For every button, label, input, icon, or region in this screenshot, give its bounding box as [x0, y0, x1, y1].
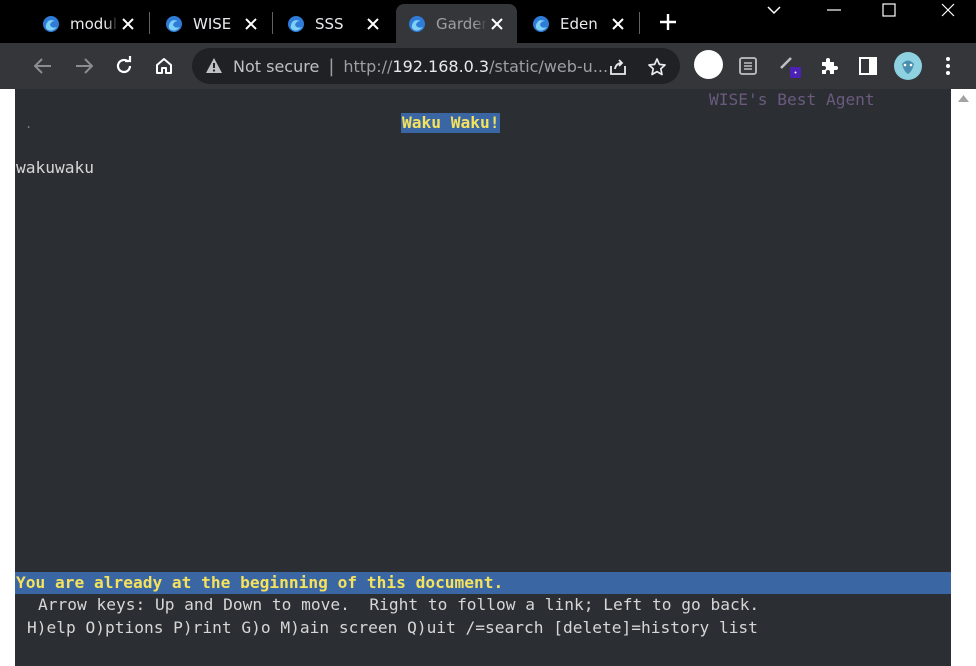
tab-separator — [149, 12, 150, 34]
tab-title: Garden — [436, 14, 487, 33]
page-left-margin — [0, 89, 15, 666]
tab-title: SSS — [315, 14, 344, 33]
arrow-left-icon — [34, 58, 51, 74]
tab-title: Eden — [560, 14, 598, 33]
reload-icon — [116, 56, 132, 74]
close-tab-icon[interactable] — [487, 14, 507, 34]
address-bar[interactable]: Not secure | http://192.168.0.3/static/w… — [192, 48, 680, 84]
puzzle-icon — [822, 58, 838, 74]
security-label[interactable]: Not secure — [233, 57, 319, 76]
close-tab-icon[interactable] — [608, 14, 628, 34]
chevron-down-icon — [767, 6, 781, 15]
tab-modul[interactable]: modul — [30, 4, 148, 43]
scroll-up-arrow-icon[interactable] — [958, 95, 969, 102]
side-panel-icon — [859, 57, 877, 75]
new-tab-button[interactable] — [654, 8, 682, 36]
tab-sss[interactable]: SSS — [275, 4, 393, 43]
help-line-navigation: Arrow keys: Up and Down to move. Right t… — [38, 595, 760, 614]
forward-button[interactable] — [70, 52, 98, 80]
edge-favicon-icon — [288, 15, 304, 32]
close-tab-icon[interactable] — [241, 14, 261, 34]
url-path: /static/web-u... — [489, 56, 609, 76]
share-icon[interactable] — [608, 57, 628, 77]
tab-title: WISE — [193, 14, 232, 33]
edge-favicon-icon — [166, 15, 182, 32]
tab-title: modul — [70, 14, 117, 33]
profile-avatar-button[interactable] — [894, 52, 922, 80]
address-divider: | — [328, 55, 335, 77]
maximize-icon — [882, 3, 896, 17]
back-button[interactable] — [29, 52, 57, 80]
body-text: wakuwaku — [16, 158, 94, 177]
close-tab-icon[interactable] — [118, 14, 138, 34]
url-host: 192.168.0.3 — [392, 56, 490, 76]
edge-favicon-icon — [409, 15, 425, 32]
page-title: Waku Waku! — [401, 113, 501, 133]
reload-button[interactable] — [110, 52, 138, 80]
menu-button[interactable] — [934, 52, 962, 80]
arrow-right-icon — [76, 58, 93, 74]
tab-garden[interactable]: Garden — [396, 4, 517, 43]
minimize-button[interactable] — [811, 0, 857, 20]
document-icon — [739, 57, 757, 75]
warning-icon[interactable] — [205, 57, 223, 75]
edge-favicon-icon — [43, 15, 59, 32]
side-panel-button[interactable] — [854, 52, 882, 80]
help-line-commands: H)elp O)ptions P)rint G)o M)ain screen Q… — [27, 618, 758, 637]
tab-wise[interactable]: WISE — [153, 4, 271, 43]
agent-banner: WISE's Best Agent — [709, 90, 875, 109]
pen-extension-button[interactable] — [775, 52, 803, 80]
url-scheme: http:// — [343, 56, 393, 76]
scrollbar-thumb[interactable] — [956, 111, 971, 655]
vertical-scrollbar[interactable] — [951, 89, 976, 666]
tab-separator — [272, 12, 273, 34]
tab-strip: modul WISE SSS Garden Eden — [0, 0, 976, 43]
home-button[interactable] — [150, 52, 178, 80]
browser-toolbar: Not secure | http://192.168.0.3/static/w… — [0, 43, 976, 89]
terminal-page: WISE's Best Agent . Waku Waku! wakuwaku … — [15, 89, 951, 666]
home-icon — [156, 58, 172, 74]
reading-list-button[interactable] — [734, 52, 762, 80]
close-icon — [941, 3, 955, 17]
tab-separator — [639, 12, 640, 34]
extensions-button[interactable] — [815, 52, 843, 80]
minimize-icon — [827, 9, 841, 11]
tab-eden[interactable]: Eden — [520, 4, 638, 43]
extension-circle-icon[interactable] — [694, 50, 723, 79]
pen-icon — [780, 57, 801, 78]
plus-icon — [660, 14, 676, 30]
close-tab-icon[interactable] — [363, 14, 383, 34]
bookmark-star-icon[interactable] — [647, 57, 667, 77]
corner-mark: . — [25, 117, 33, 131]
more-vertical-icon — [946, 57, 950, 75]
url-text[interactable]: http://192.168.0.3/static/web-u... — [343, 57, 608, 76]
avatar-icon — [894, 52, 922, 80]
maximize-button[interactable] — [866, 0, 912, 20]
tab-search-button[interactable] — [751, 0, 797, 20]
close-window-button[interactable] — [925, 0, 971, 20]
edge-favicon-icon — [533, 15, 549, 32]
status-message: You are already at the beginning of this… — [16, 573, 504, 592]
